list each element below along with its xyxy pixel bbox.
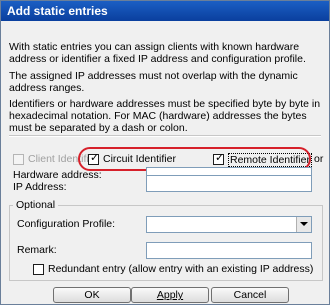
apply-button-label: Apply	[156, 289, 184, 301]
remark-label: Remark:	[17, 244, 57, 256]
ip-address-input[interactable]	[146, 175, 312, 192]
dialog-title: Add static entries	[1, 1, 329, 21]
configuration-profile-label: Configuration Profile:	[17, 218, 116, 230]
configuration-profile-select[interactable]	[146, 216, 312, 233]
remark-input[interactable]	[146, 242, 312, 259]
redundant-entry-label: Redundant entry (allow entry with an exi…	[48, 263, 314, 275]
ok-button[interactable]: OK	[53, 287, 131, 303]
cancel-button[interactable]: Cancel	[211, 287, 289, 303]
optional-group-title: Optional	[13, 199, 59, 211]
client-identifier-checkbox[interactable]	[13, 154, 24, 165]
chevron-down-icon[interactable]	[296, 217, 311, 232]
or-label: or	[314, 153, 324, 165]
add-static-entries-dialog: Add static entries With static entries y…	[0, 0, 330, 305]
hardware-address-label: Hardware address:	[13, 169, 102, 181]
apply-button[interactable]: Apply	[131, 287, 209, 303]
ip-address-label: IP Address:	[13, 181, 67, 193]
description-paragraph-2: The assigned IP addresses must not overl…	[9, 70, 298, 94]
description-paragraph-3: Identifiers or hardware addresses must b…	[9, 98, 321, 134]
separator	[9, 135, 321, 137]
description-paragraph-1: With static entries you can assign clien…	[9, 41, 306, 65]
redundant-entry-checkbox[interactable]	[33, 264, 44, 275]
